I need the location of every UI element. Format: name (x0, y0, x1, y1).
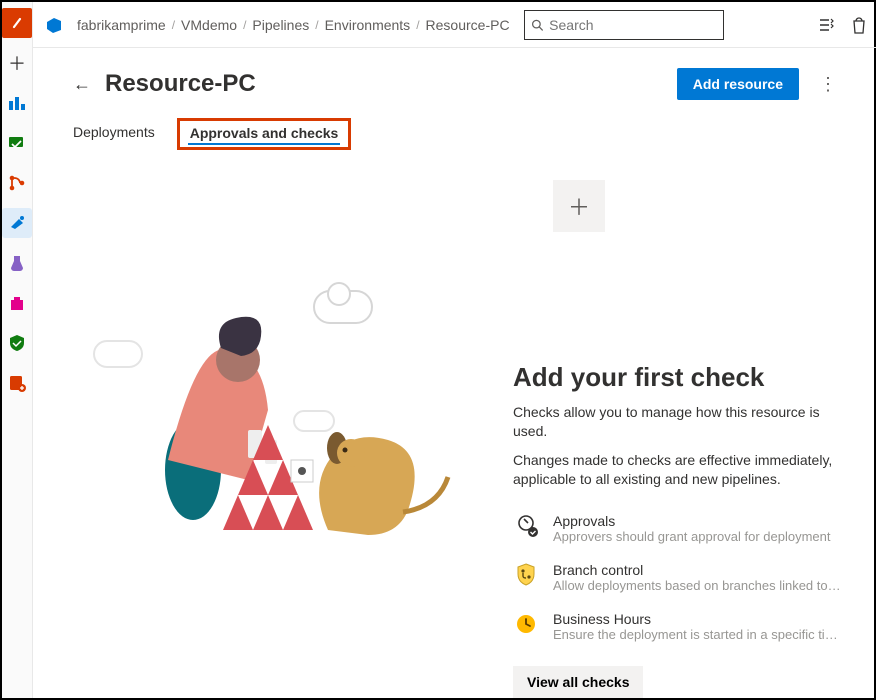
approvals-icon (513, 513, 539, 539)
crumb-org[interactable]: fabrikamprime (77, 17, 166, 33)
shopping-bag-icon[interactable] (851, 16, 867, 34)
crumb-resource[interactable]: Resource-PC (426, 17, 510, 33)
check-option-approvals[interactable]: Approvals Approvers should grant approva… (513, 513, 843, 544)
tab-deployments[interactable]: Deployments (73, 118, 155, 150)
person-dog-illustration (73, 180, 493, 550)
check-title: Branch control (553, 562, 843, 578)
search-icon (531, 18, 544, 32)
azure-devops-logo-icon[interactable] (43, 14, 65, 36)
left-nav-rail: ＋ (2, 2, 33, 698)
nav-pipelines-icon[interactable] (2, 208, 32, 238)
branch-control-icon (513, 562, 539, 588)
checks-description-1: Checks allow you to manage how this reso… (513, 403, 843, 441)
page-title: Resource-PC (105, 70, 256, 98)
checks-heading: Add your first check (513, 362, 843, 393)
crumb-project[interactable]: VMdemo (181, 17, 237, 33)
check-title: Approvals (553, 513, 831, 529)
nav-project-icon[interactable] (2, 8, 32, 38)
tab-bar: Deployments Approvals and checks (73, 118, 843, 150)
add-resource-button[interactable]: Add resource (677, 68, 799, 100)
add-check-button[interactable]: ＋ (553, 180, 605, 232)
tab-approvals-and-checks[interactable]: Approvals and checks (177, 118, 352, 150)
nav-artifacts-icon[interactable] (2, 288, 32, 318)
search-box[interactable] (524, 10, 724, 40)
search-input[interactable] (549, 17, 716, 33)
crumb-pipelines[interactable]: Pipelines (252, 17, 309, 33)
check-option-branch-control[interactable]: Branch control Allow deployments based o… (513, 562, 843, 593)
nav-add-icon[interactable]: ＋ (2, 48, 32, 78)
check-desc: Approvers should grant approval for depl… (553, 529, 831, 544)
nav-wiki-icon[interactable] (2, 368, 32, 398)
check-desc: Ensure the deployment is started in a sp… (553, 627, 843, 642)
check-desc: Allow deployments based on branches link… (553, 578, 843, 593)
nav-testplans-icon[interactable] (2, 248, 32, 278)
nav-boards-icon[interactable] (2, 88, 32, 118)
checks-description-2: Changes made to checks are effective imm… (513, 451, 843, 489)
top-bar: fabrikamprime / VMdemo / Pipelines / Env… (33, 2, 876, 48)
nav-shield-icon[interactable] (2, 328, 32, 358)
settings-list-icon[interactable] (817, 16, 835, 34)
business-hours-icon (513, 611, 539, 637)
nav-branches-icon[interactable] (2, 168, 32, 198)
crumb-environments[interactable]: Environments (325, 17, 411, 33)
breadcrumb: fabrikamprime / VMdemo / Pipelines / Env… (77, 17, 510, 33)
view-all-checks-button[interactable]: View all checks (513, 666, 643, 698)
check-title: Business Hours (553, 611, 843, 627)
check-option-business-hours[interactable]: Business Hours Ensure the deployment is … (513, 611, 843, 642)
nav-repos-icon[interactable] (2, 128, 32, 158)
illustration-panel (73, 180, 493, 550)
more-actions-icon[interactable]: ⋮ (813, 74, 843, 95)
back-arrow-icon[interactable]: ← (73, 74, 91, 95)
